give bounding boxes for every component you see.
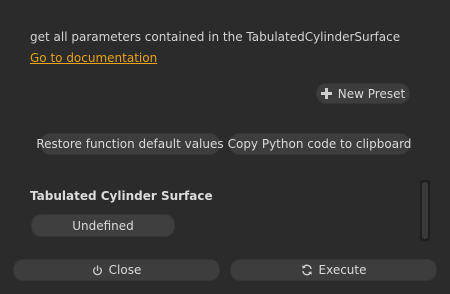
parameter-value-label: Undefined (72, 218, 134, 233)
restore-defaults-button[interactable]: Restore function default values (36, 133, 224, 155)
close-label: Close (108, 263, 142, 277)
copy-python-label: Copy Python code to clipboard (227, 137, 412, 151)
parameter-title: Tabulated Cylinder Surface (30, 189, 213, 203)
new-preset-button[interactable]: New Preset (316, 83, 410, 104)
function-dialog: get all parameters contained in the Tabu… (0, 0, 450, 294)
new-preset-label: New Preset (337, 86, 406, 101)
copy-python-button[interactable]: Copy Python code to clipboard (227, 133, 412, 155)
execute-button[interactable]: Execute (230, 259, 437, 281)
execute-label: Execute (318, 263, 367, 277)
documentation-link[interactable]: Go to documentation (30, 51, 157, 65)
scrollbar-thumb[interactable] (422, 182, 428, 239)
power-icon (92, 264, 103, 276)
parameter-value-button[interactable]: Undefined (31, 214, 175, 237)
function-description: get all parameters contained in the Tabu… (30, 30, 401, 44)
plus-icon (320, 88, 332, 99)
close-button[interactable]: Close (13, 259, 220, 281)
refresh-icon (301, 264, 313, 276)
restore-defaults-label: Restore function default values (36, 137, 224, 151)
